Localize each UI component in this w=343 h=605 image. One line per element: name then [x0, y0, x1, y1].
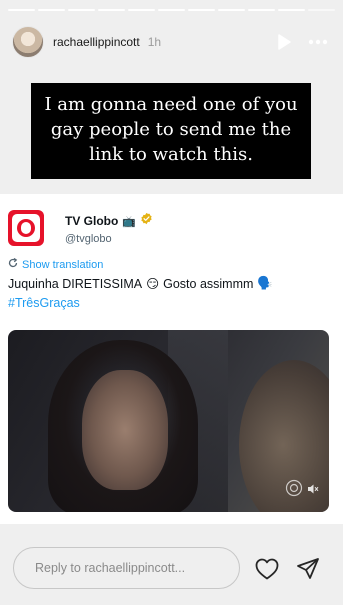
more-icon[interactable]	[305, 29, 331, 55]
smirk-emoji: 😏	[146, 277, 160, 291]
tweet-text-part-2: Gosto assimmm	[163, 276, 254, 291]
tweet-handle[interactable]: @tvglobo	[65, 233, 153, 245]
speaking-head-emoji: 🗣️	[257, 276, 273, 290]
progress-segment	[128, 9, 155, 11]
progress-segment	[218, 9, 245, 11]
tweet-header: TV Globo 📺 @tvglobo	[8, 210, 153, 246]
verified-badge-icon	[140, 212, 153, 230]
progress-segment	[158, 9, 185, 11]
tweet-video[interactable]	[8, 330, 329, 512]
translate-label: Show translation	[22, 258, 104, 271]
play-icon[interactable]	[271, 29, 297, 55]
tv-emoji-icon: 📺	[122, 215, 137, 228]
globo-watermark-icon	[285, 479, 303, 502]
tv-globo-logo-icon[interactable]	[8, 210, 44, 246]
heart-icon[interactable]	[254, 556, 280, 582]
progress-segment	[248, 9, 275, 11]
show-translation-link[interactable]: Show translation	[8, 257, 104, 271]
tweet-text-part-1: Juquinha DIRETISSIMA	[8, 276, 143, 291]
tweet-text: Juquinha DIRETISSIMA 😏 Gosto assimmm 🗣️	[8, 276, 273, 291]
progress-segment	[188, 9, 215, 11]
story-viewer[interactable]: rachaellippincott 1h I am gonna need one…	[0, 0, 343, 605]
username[interactable]: rachaellippincott	[53, 35, 140, 49]
progress-segment	[68, 9, 95, 11]
send-icon[interactable]	[295, 556, 321, 582]
avatar[interactable]	[12, 26, 44, 58]
progress-segment	[38, 9, 65, 11]
progress-segment	[278, 9, 305, 11]
progress-segment-current	[308, 9, 335, 11]
embedded-tweet[interactable]: TV Globo 📺 @tvglobo Show translation Juq…	[0, 194, 343, 524]
tweet-hashtag[interactable]: #TrêsGraças	[8, 296, 80, 310]
story-progress-bar	[8, 9, 335, 12]
volume-mute-icon[interactable]	[307, 482, 319, 500]
story-header: rachaellippincott 1h	[12, 24, 331, 60]
story-caption: I am gonna need one of you gay people to…	[31, 83, 311, 179]
progress-segment	[8, 9, 35, 11]
post-time: 1h	[147, 35, 162, 49]
progress-segment	[98, 9, 125, 11]
reply-input[interactable]: Reply to rachaellippincott...	[13, 547, 240, 589]
tweet-author-name[interactable]: TV Globo	[65, 214, 118, 228]
translate-icon	[8, 257, 18, 271]
